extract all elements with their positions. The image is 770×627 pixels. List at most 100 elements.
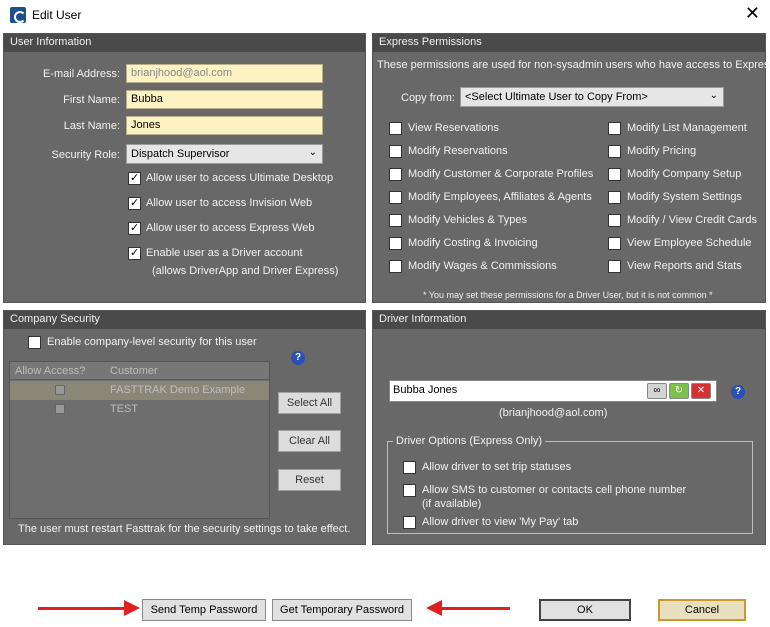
perm-company-setup-checkbox[interactable]	[608, 168, 621, 181]
company-security-checkbox[interactable]	[28, 336, 41, 349]
trip-statuses-label: Allow driver to set trip statuses	[422, 461, 572, 473]
perm-pricing-checkbox[interactable]	[608, 145, 621, 158]
ultimate-desktop-checkbox[interactable]	[128, 171, 141, 185]
perm-vehicles-label: Modify Vehicles & Types	[408, 214, 528, 226]
perm-employee-schedule-label: View Employee Schedule	[627, 237, 752, 249]
driver-account-note: (allows DriverApp and Driver Express)	[152, 265, 339, 277]
row-access-checkbox[interactable]	[55, 404, 65, 414]
user-information-header: User Information	[4, 34, 365, 52]
cancel-button[interactable]: Cancel	[658, 599, 746, 621]
driver-options-legend: Driver Options (Express Only)	[393, 435, 546, 447]
express-web-checkbox[interactable]	[128, 221, 141, 235]
perm-reports-label: View Reports and Stats	[627, 260, 742, 272]
company-grid-header: Allow Access? Customer	[10, 362, 269, 380]
perm-credit-cards-checkbox[interactable]	[608, 214, 621, 227]
perm-costing-label: Modify Costing & Invoicing	[408, 237, 538, 249]
red-arrow-right-head	[124, 600, 140, 616]
security-role-value: Dispatch Supervisor	[131, 148, 230, 160]
table-row[interactable]: TEST	[10, 400, 269, 419]
red-arrow-left	[440, 607, 510, 610]
ultimate-desktop-label: Allow user to access Ultimate Desktop	[146, 172, 334, 184]
copy-from-value: <Select Ultimate User to Copy From>	[465, 91, 648, 103]
driver-email: (brianjhood@aol.com)	[499, 407, 608, 419]
refresh-icon[interactable]: ↻	[669, 383, 689, 399]
invision-web-checkbox[interactable]	[128, 196, 141, 210]
help-icon[interactable]: ?	[291, 351, 305, 365]
express-permissions-header: Express Permissions	[373, 34, 765, 52]
sms-note: (if available)	[422, 498, 482, 510]
close-icon[interactable]: ✕	[745, 4, 760, 22]
copy-from-label: Copy from:	[401, 92, 455, 104]
perm-system-settings-checkbox[interactable]	[608, 191, 621, 204]
perm-modify-reservations-checkbox[interactable]	[389, 145, 402, 158]
company-security-panel: Company Security Enable company-level se…	[3, 310, 366, 545]
col-allow-access: Allow Access?	[15, 365, 86, 377]
window-title: Edit User	[32, 8, 82, 22]
perm-credit-cards-label: Modify / View Credit Cards	[627, 214, 758, 226]
express-permissions-panel: Express Permissions These permissions ar…	[372, 33, 770, 303]
express-web-label: Allow user to access Express Web	[146, 222, 315, 234]
perm-employee-schedule-checkbox[interactable]	[608, 237, 621, 250]
get-temporary-password-button[interactable]: Get Temporary Password	[272, 599, 412, 621]
first-name-field[interactable]: Bubba	[126, 90, 323, 109]
company-security-label: Enable company-level security for this u…	[47, 336, 257, 348]
driver-information-panel: Driver Information Bubba Jones ∞ ↻ ✕ ? (…	[372, 310, 766, 545]
ok-button[interactable]: OK	[539, 599, 631, 621]
driver-account-label: Enable user as a Driver account	[146, 247, 303, 259]
reset-button[interactable]: Reset	[278, 469, 341, 491]
binoculars-icon[interactable]: ∞	[647, 383, 667, 399]
perm-employees-label: Modify Employees, Affiliates & Agents	[408, 191, 592, 203]
last-name-label: Last Name:	[63, 120, 120, 132]
select-all-button[interactable]: Select All	[278, 392, 341, 414]
email-field[interactable]: brianjhood@aol.com	[126, 64, 323, 83]
company-grid: Allow Access? Customer FASTTRAK Demo Exa…	[9, 361, 270, 519]
red-arrow-left-head	[426, 600, 442, 616]
title-bar: Edit User ✕	[0, 0, 770, 30]
sms-checkbox[interactable]	[403, 484, 416, 497]
perm-modify-reservations-label: Modify Reservations	[408, 145, 508, 157]
row-access-checkbox[interactable]	[55, 385, 65, 395]
perm-vehicles-checkbox[interactable]	[389, 214, 402, 227]
perm-company-setup-label: Modify Company Setup	[627, 168, 742, 180]
perm-customer-profiles-checkbox[interactable]	[389, 168, 402, 181]
perm-view-reservations-checkbox[interactable]	[389, 122, 402, 135]
security-role-label: Security Role:	[51, 149, 120, 161]
perm-view-reservations-label: View Reservations	[408, 122, 499, 134]
driver-information-header: Driver Information	[373, 311, 765, 329]
perm-employees-checkbox[interactable]	[389, 191, 402, 204]
perm-costing-checkbox[interactable]	[389, 237, 402, 250]
security-role-select[interactable]: Dispatch Supervisor ⌄	[126, 144, 323, 164]
chevron-down-icon: ⌄	[308, 147, 317, 158]
company-security-header: Company Security	[4, 311, 365, 329]
driver-account-checkbox[interactable]	[128, 246, 141, 260]
remove-icon[interactable]: ✕	[691, 383, 711, 399]
table-row[interactable]: FASTTRAK Demo Example	[10, 381, 269, 400]
copy-from-select[interactable]: <Select Ultimate User to Copy From> ⌄	[460, 87, 724, 107]
email-label: E-mail Address:	[42, 68, 120, 80]
my-pay-label: Allow driver to view 'My Pay' tab	[422, 516, 579, 528]
perm-customer-profiles-label: Modify Customer & Corporate Profiles	[408, 168, 594, 180]
invision-web-label: Allow user to access Invision Web	[146, 197, 313, 209]
app-logo-icon	[10, 7, 26, 23]
perm-reports-checkbox[interactable]	[608, 260, 621, 273]
driver-name-field[interactable]: Bubba Jones	[389, 380, 717, 402]
my-pay-checkbox[interactable]	[403, 516, 416, 529]
row-customer: TEST	[110, 403, 139, 415]
red-arrow-right	[38, 607, 126, 610]
user-information-panel: User Information E-mail Address: brianjh…	[3, 33, 366, 303]
perm-wages-label: Modify Wages & Commissions	[408, 260, 557, 272]
help-icon[interactable]: ?	[731, 385, 745, 399]
perm-wages-checkbox[interactable]	[389, 260, 402, 273]
trip-statuses-checkbox[interactable]	[403, 461, 416, 474]
express-permissions-footnote: * You may set these permissions for a Dr…	[423, 290, 713, 300]
last-name-field[interactable]: Jones	[126, 116, 323, 135]
send-temp-password-button[interactable]: Send Temp Password	[142, 599, 266, 621]
row-customer: FASTTRAK Demo Example	[110, 384, 246, 396]
express-permissions-description: These permissions are used for non-sysad…	[377, 59, 770, 71]
first-name-label: First Name:	[63, 94, 120, 106]
clear-all-button[interactable]: Clear All	[278, 430, 341, 452]
perm-system-settings-label: Modify System Settings	[627, 191, 742, 203]
col-customer: Customer	[110, 365, 158, 377]
perm-list-management-checkbox[interactable]	[608, 122, 621, 135]
driver-name-value: Bubba Jones	[393, 384, 458, 396]
